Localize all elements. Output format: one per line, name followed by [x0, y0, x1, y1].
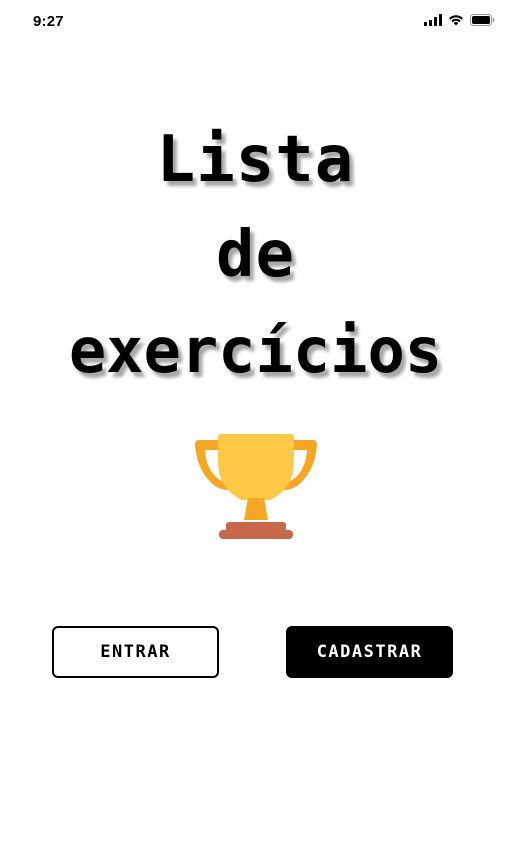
page-title-line-2: de — [215, 218, 296, 292]
status-time: 9:27 — [33, 13, 64, 30]
cellular-signal-icon — [424, 14, 442, 26]
login-button[interactable]: ENTRAR — [52, 626, 219, 678]
wifi-icon — [448, 14, 464, 26]
status-bar: 9:27 — [0, 0, 511, 44]
status-icons — [424, 14, 495, 26]
trophy-icon — [193, 432, 319, 542]
page-title-line-1: Lista — [156, 123, 355, 197]
register-button[interactable]: CADASTRAR — [286, 626, 453, 678]
page-title-line-3: exercícios — [68, 314, 443, 387]
battery-icon — [470, 14, 495, 26]
